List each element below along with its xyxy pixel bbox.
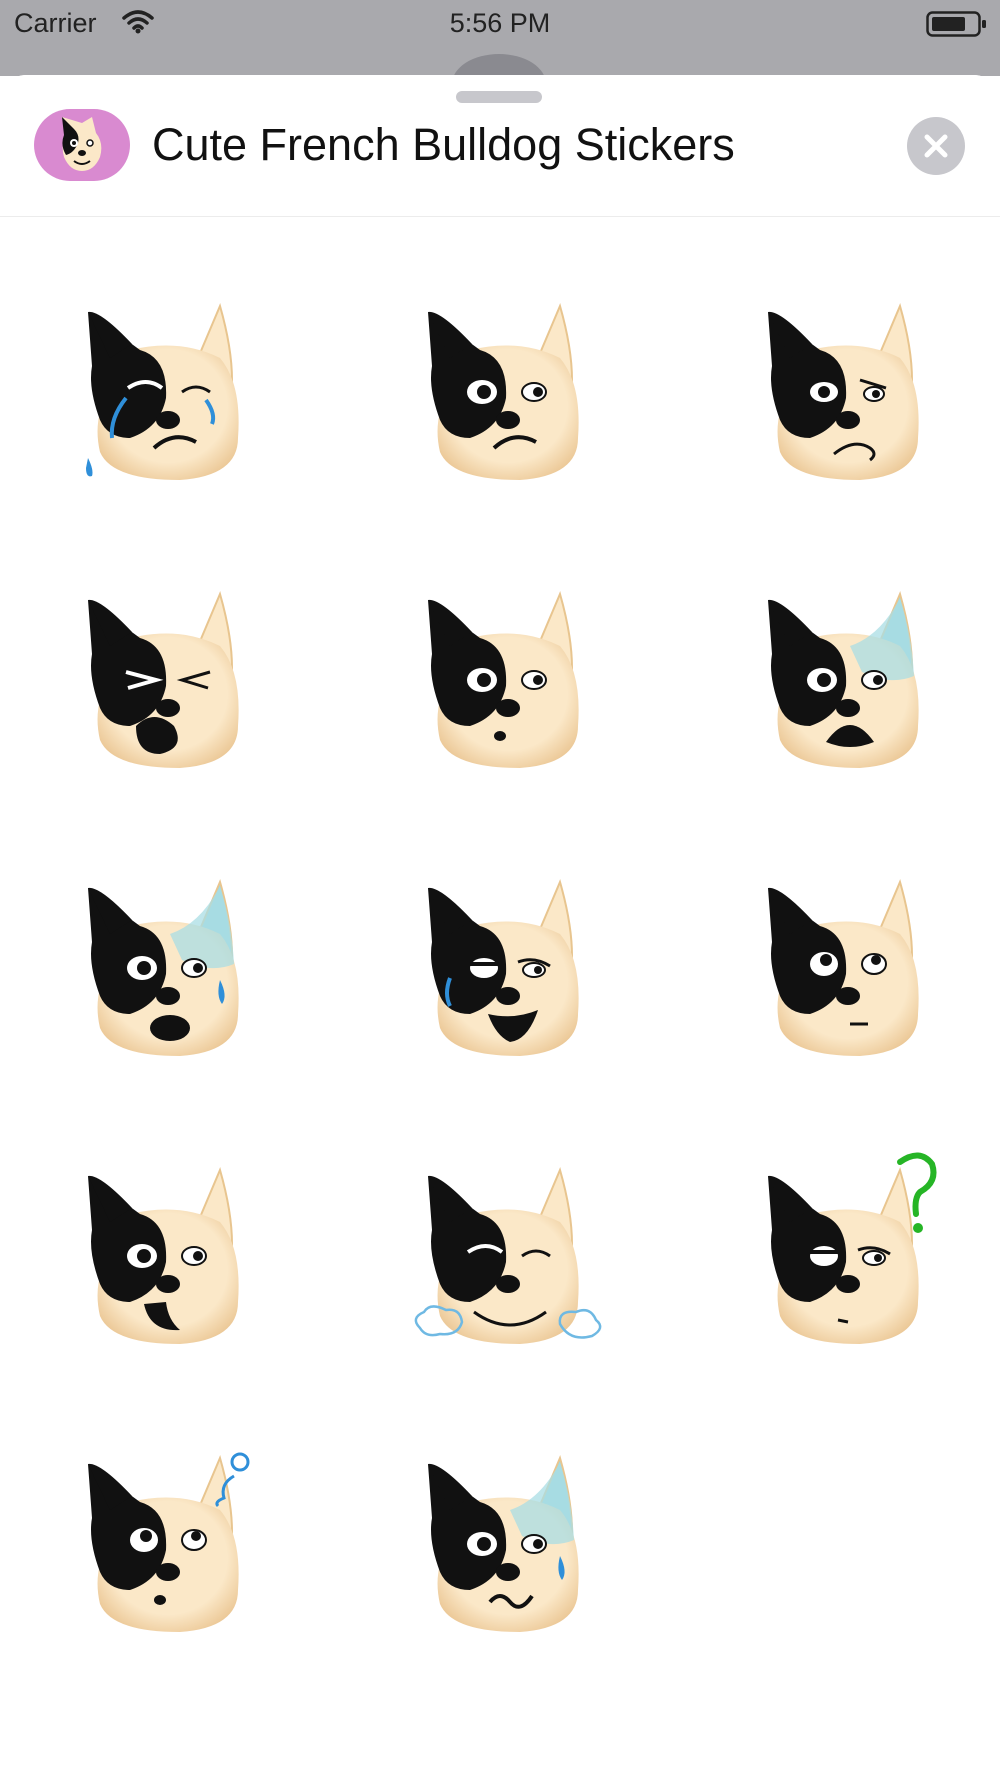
bulldog-sticker-sighing[interactable] [60,1430,280,1650]
bulldog-sticker-worried-sweat[interactable] [60,854,280,1074]
status-time: 5:56 PM [449,8,551,38]
bulldog-sticker-tear-smile[interactable] [400,854,620,1074]
bulldog-sticker-smile[interactable] [60,1142,280,1362]
french-bulldog-icon [88,879,239,1056]
sheet-header: Cute French Bulldog Stickers [0,75,1000,217]
close-icon [924,134,948,158]
bulldog-sticker-wince[interactable] [60,566,280,786]
french-bulldog-icon [86,303,239,480]
french-bulldog-icon [88,591,239,768]
french-bulldog-icon [768,1152,937,1344]
sticker-sheet: Cute French Bulldog Stickers [0,75,1000,1778]
french-bulldog-icon [428,1455,579,1632]
bulldog-sticker-shocked-blue[interactable] [740,566,960,786]
battery-icon [926,11,986,37]
french-bulldog-icon [428,879,579,1056]
bulldog-sticker-neutral[interactable] [740,854,960,1074]
page-title: Cute French Bulldog Stickers [152,119,735,170]
bulldog-sticker-crying[interactable] [60,278,280,498]
bulldog-sticker-surprised-small[interactable] [400,566,620,786]
french-bulldog-icon [768,303,919,480]
bulldog-sticker-cringe-blue[interactable] [400,1430,620,1650]
french-bulldog-icon [414,1167,602,1344]
french-bulldog-icon [428,591,579,768]
bulldog-sticker-confused[interactable] [740,1142,960,1362]
sticker-grid [0,75,1000,1778]
bulldog-sticker-frown[interactable] [400,278,620,498]
french-bulldog-icon [768,879,919,1056]
french-bulldog-app-icon[interactable] [34,109,130,181]
close-button[interactable] [907,117,965,175]
bulldog-sticker-puffing[interactable] [400,1142,620,1362]
bulldog-sticker-grumpy[interactable] [740,278,960,498]
french-bulldog-icon [88,1452,250,1632]
sheet-grabber[interactable] [456,91,542,103]
french-bulldog-icon [88,1167,239,1344]
french-bulldog-icon [768,591,919,768]
french-bulldog-icon [428,303,579,480]
